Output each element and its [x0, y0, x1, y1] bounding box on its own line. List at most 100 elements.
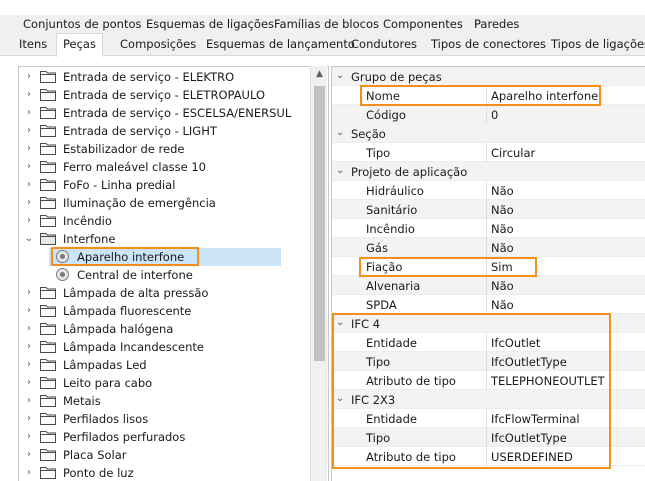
tree-item[interactable]: Aparelho interfone	[49, 248, 281, 266]
tree-folder[interactable]: › Metais	[19, 392, 309, 410]
property-value[interactable]: Circular	[491, 146, 535, 160]
tree-folder[interactable]: › Incêndio	[19, 212, 309, 230]
property-row[interactable]: Código 0	[332, 105, 645, 124]
tree-folder[interactable]: › FoFo - Linha predial	[19, 176, 309, 194]
property-value[interactable]: IfcOutletType	[491, 431, 567, 445]
tab-esquemas-de-lancamento[interactable]: Esquemas de lançamento	[206, 37, 355, 51]
scroll-up-icon[interactable]: ▲	[311, 66, 328, 83]
chevron-right-icon[interactable]: ›	[24, 125, 34, 137]
property-category[interactable]: ⌄ IFC 2X3	[332, 390, 645, 409]
tab-itens[interactable]: Itens	[19, 37, 47, 51]
chevron-down-icon[interactable]: ⌄	[336, 127, 344, 138]
property-value[interactable]: IfcOutlet	[491, 336, 540, 350]
tab-conjuntos-de-pontos[interactable]: Conjuntos de pontos	[23, 17, 142, 31]
tree-folder[interactable]: › Lâmpada fluorescente	[19, 302, 309, 320]
chevron-right-icon[interactable]: ›	[24, 395, 34, 407]
chevron-right-icon[interactable]: ›	[24, 143, 34, 155]
tab-componentes[interactable]: Componentes	[383, 17, 463, 31]
tree-folder[interactable]: › Lâmpadas Led	[19, 356, 309, 374]
chevron-down-icon[interactable]: ⌄	[336, 317, 344, 328]
scrollbar-thumb[interactable]	[314, 86, 325, 361]
tab-paredes[interactable]: Paredes	[474, 17, 519, 31]
tab-composicoes[interactable]: Composições	[120, 37, 196, 51]
property-row[interactable]: Tipo IfcOutletType	[332, 352, 645, 371]
property-value[interactable]: IfcOutletType	[491, 355, 567, 369]
property-row[interactable]: Hidráulico Não	[332, 181, 645, 200]
property-row[interactable]: Sanitário Não	[332, 200, 645, 219]
property-category[interactable]: ⌄ Grupo de peças	[332, 67, 645, 86]
tree-folder[interactable]: › Iluminação de emergência	[19, 194, 309, 212]
tree-folder[interactable]: › Entrada de serviço - ESCELSA/ENERSUL	[19, 104, 309, 122]
tree-folder[interactable]: › Lâmpada de alta pressão	[19, 284, 309, 302]
chevron-right-icon[interactable]: ›	[24, 179, 34, 191]
chevron-right-icon[interactable]: ›	[24, 305, 34, 317]
chevron-right-icon[interactable]: ›	[24, 89, 34, 101]
chevron-down-icon[interactable]: ⌄	[336, 393, 344, 404]
property-row[interactable]: Entidade IfcFlowTerminal	[332, 409, 645, 428]
property-value[interactable]: USERDEFINED	[491, 450, 573, 464]
chevron-right-icon[interactable]: ›	[24, 449, 34, 461]
property-value[interactable]: Aparelho interfone	[491, 89, 598, 103]
chevron-down-icon[interactable]: ⌄	[336, 165, 344, 176]
property-value[interactable]: IfcFlowTerminal	[491, 412, 580, 426]
property-category[interactable]: ⌄ Projeto de aplicação	[332, 162, 645, 181]
property-row[interactable]: Gás Não	[332, 238, 645, 257]
property-row[interactable]: Fiação Sim	[332, 257, 645, 276]
chevron-right-icon[interactable]: ›	[24, 359, 34, 371]
property-value[interactable]: 0	[491, 108, 498, 122]
property-row[interactable]: Atributo de tipo TELEPHONEOUTLET	[332, 371, 645, 390]
property-value[interactable]: Não	[491, 279, 514, 293]
property-category[interactable]: ⌄ IFC 4	[332, 314, 645, 333]
tree-folder[interactable]: › Entrada de serviço - ELETROPAULO	[19, 86, 309, 104]
tab-familias-de-blocos[interactable]: Famílias de blocos	[274, 17, 379, 31]
tree-folder[interactable]: › Perfilados perfurados	[19, 428, 309, 446]
property-row[interactable]: Nome Aparelho interfone	[332, 86, 645, 105]
property-row[interactable]: Alvenaria Não	[332, 276, 645, 295]
tree-scrollbar[interactable]: ▲	[310, 66, 327, 481]
property-row[interactable]: Entidade IfcOutlet	[332, 333, 645, 352]
property-row[interactable]: Tipo Circular	[332, 143, 645, 162]
tree-folder[interactable]: › Lâmpada Incandescente	[19, 338, 309, 356]
tree-folder[interactable]: › Ferro maleável classe 10	[19, 158, 309, 176]
property-row[interactable]: Tipo IfcOutletType	[332, 428, 645, 447]
chevron-right-icon[interactable]: ›	[24, 287, 34, 299]
tree-folder[interactable]: ⌄ Interfone	[19, 230, 309, 248]
property-value[interactable]: Não	[491, 241, 514, 255]
tree-folder[interactable]: › Leito para cabo	[19, 374, 309, 392]
chevron-right-icon[interactable]: ›	[24, 161, 34, 173]
tab-tipos-de-conectores[interactable]: Tipos de conectores	[431, 37, 546, 51]
chevron-right-icon[interactable]: ›	[24, 377, 34, 389]
property-category[interactable]: ⌄ Seção	[332, 124, 645, 143]
chevron-right-icon[interactable]: ›	[24, 413, 34, 425]
tree-folder[interactable]: › Entrada de serviço - LIGHT	[19, 122, 309, 140]
property-row[interactable]: Incêndio Não	[332, 219, 645, 238]
property-value[interactable]: Sim	[491, 260, 513, 274]
chevron-right-icon[interactable]: ›	[24, 323, 34, 335]
property-value[interactable]: Não	[491, 203, 514, 217]
tree-folder[interactable]: › Entrada de serviço - ELEKTRO	[19, 68, 309, 86]
tree-folder[interactable]: › Lâmpada halógena	[19, 320, 309, 338]
chevron-right-icon[interactable]: ›	[24, 467, 34, 479]
tree-item[interactable]: Central de interfone	[49, 266, 281, 284]
chevron-right-icon[interactable]: ›	[24, 341, 34, 353]
property-row[interactable]: Atributo de tipo USERDEFINED	[332, 447, 645, 466]
chevron-down-icon[interactable]: ⌄	[24, 233, 34, 245]
chevron-right-icon[interactable]: ›	[24, 431, 34, 443]
property-row[interactable]: SPDA Não	[332, 295, 645, 314]
property-value[interactable]: Não	[491, 298, 514, 312]
property-value[interactable]: TELEPHONEOUTLET	[491, 374, 605, 388]
tab-condutores[interactable]: Condutores	[351, 37, 417, 51]
chevron-down-icon[interactable]: ⌄	[336, 70, 344, 81]
tree-folder[interactable]: › Ponto de luz	[19, 464, 309, 481]
chevron-right-icon[interactable]: ›	[24, 197, 34, 209]
chevron-right-icon[interactable]: ›	[24, 107, 34, 119]
tab-esquemas-de-ligacoes[interactable]: Esquemas de ligações	[146, 17, 274, 31]
tab-tipos-de-ligacoes[interactable]: Tipos de ligações	[551, 37, 645, 51]
property-value[interactable]: Não	[491, 184, 514, 198]
tree-folder[interactable]: › Perfilados lisos	[19, 410, 309, 428]
tree-folder[interactable]: › Placa Solar	[19, 446, 309, 464]
tab-pecas[interactable]: Peças	[56, 33, 103, 57]
chevron-right-icon[interactable]: ›	[24, 215, 34, 227]
chevron-right-icon[interactable]: ›	[24, 71, 34, 83]
property-value[interactable]: Não	[491, 222, 514, 236]
